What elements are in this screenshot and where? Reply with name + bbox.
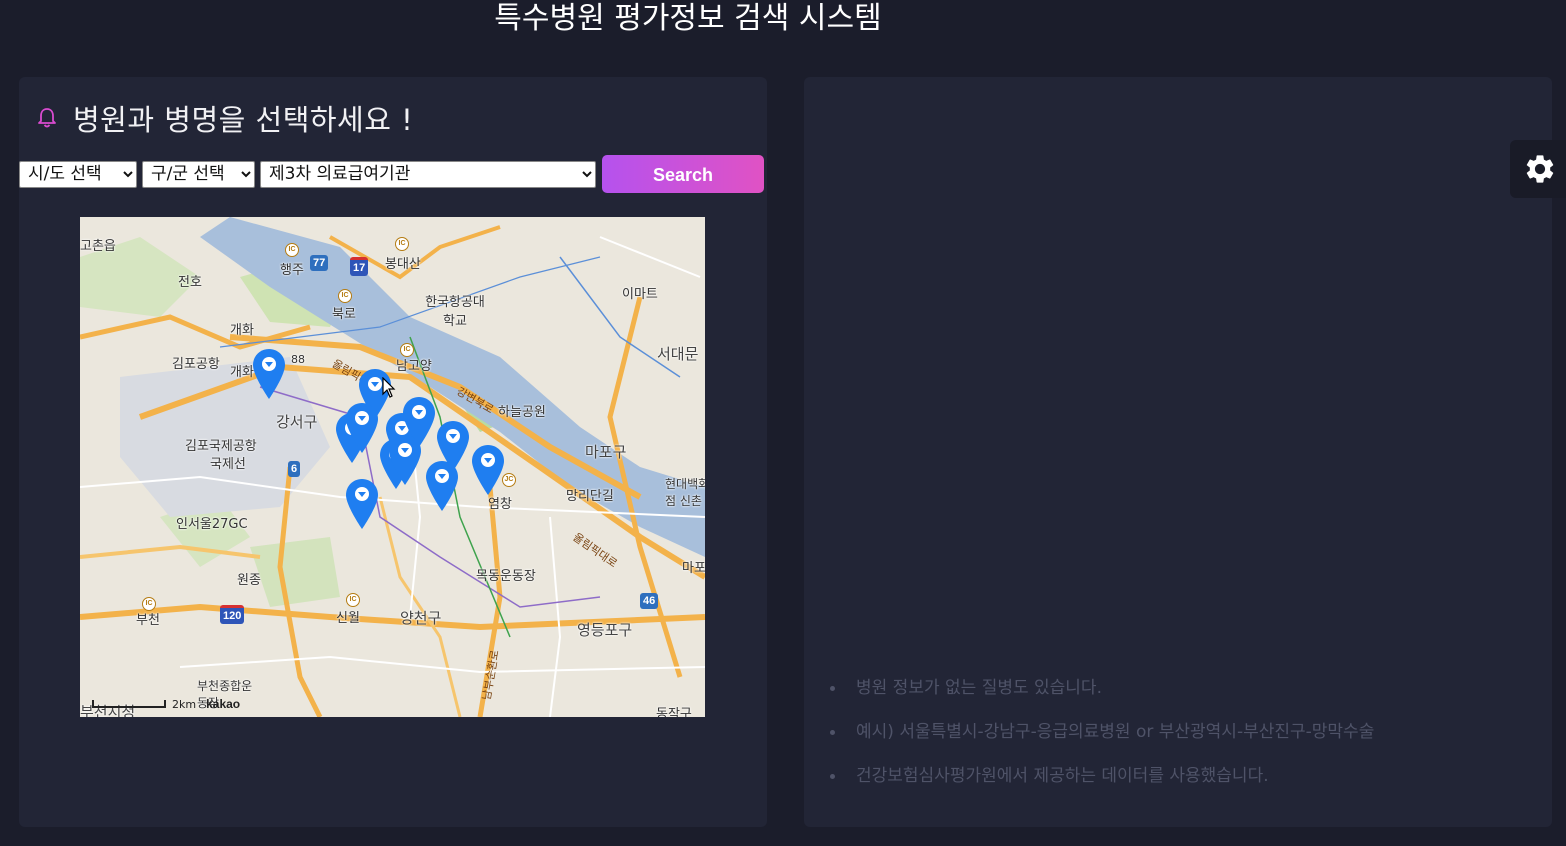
map-label: 동작구: [656, 707, 692, 717]
info-notes: 병원 정보가 없는 질병도 있습니다. 예시) 서울특별시-강남구-응급의료병원…: [804, 666, 1374, 798]
panel-heading: 병원과 병명을 선택하세요 !: [37, 97, 413, 139]
route-shield: 6: [288, 461, 301, 477]
map-label: 개화: [230, 323, 254, 338]
map-marker-icon[interactable]: [253, 349, 285, 399]
map-label: 양천구: [400, 609, 442, 627]
map-label: 마포구: [585, 443, 627, 461]
route-shield: 17: [350, 257, 369, 276]
map-label: 봉대산: [385, 257, 421, 272]
scale-bar: [92, 700, 166, 708]
settings-button[interactable]: [1510, 140, 1566, 198]
map-label: 염창: [488, 497, 512, 512]
search-controls: 시/도 선택 구/군 선택 제3차 의료급여기관 Search: [19, 155, 764, 193]
page-title: 특수병원 평가정보 검색 시스템: [494, 1, 882, 36]
map-label: 망리단길: [566, 489, 614, 504]
map-label: 목동운동장: [476, 569, 536, 584]
map-label: 김포국제공항: [185, 439, 257, 454]
scale-text: 2km: [172, 697, 197, 711]
map-label: 이마트: [622, 287, 658, 302]
map-label: 하늘공원: [498, 405, 546, 420]
map-marker-icon[interactable]: [346, 403, 378, 453]
map-label: 강서구: [276, 413, 318, 431]
gear-icon: [1526, 155, 1554, 183]
map-marker-icon[interactable]: [472, 445, 504, 495]
note-item: 건강보험심사평가원에서 제공하는 데이터를 사용했습니다.: [804, 754, 1374, 798]
map-label: 인서울27GC: [176, 517, 248, 532]
route-shield: 77: [310, 255, 329, 271]
map-label: 88: [291, 353, 305, 366]
map-label: 한국항공대학교: [425, 295, 485, 329]
note-item: 예시) 서울특별시-강남구-응급의료병원 or 부산광역시-부산진구-망막수술: [804, 710, 1374, 754]
map-label: 남고양: [396, 359, 432, 374]
route-shield: 120: [220, 605, 245, 624]
map-marker-icon[interactable]: [346, 479, 378, 529]
mouse-cursor-icon: [382, 377, 396, 398]
map-label: 마포: [682, 561, 705, 576]
map-label: 북로: [332, 307, 356, 322]
map-scale: 2km kakao: [92, 697, 240, 711]
map-marker-icon[interactable]: [426, 461, 458, 511]
map-view[interactable]: 고촌읍 전호 행주 봉대산 북로 한국항공대학교 이마트 개화 김포공항 개화 …: [80, 217, 705, 717]
map-label: 국제선: [210, 457, 246, 472]
map-label: 영등포구: [577, 621, 633, 639]
map-marker-icon[interactable]: [389, 435, 421, 485]
map-label: 개화: [230, 365, 254, 380]
search-panel: 병원과 병명을 선택하세요 ! 시/도 선택 구/군 선택 제3차 의료급여기관…: [19, 77, 767, 827]
map-label: 고촌읍: [80, 239, 116, 254]
note-item: 병원 정보가 없는 질병도 있습니다.: [804, 666, 1374, 710]
map-attribution: kakao: [206, 697, 241, 711]
sido-select[interactable]: 시/도 선택: [19, 160, 137, 188]
map-label: 부천: [136, 613, 160, 628]
map-label: 현대백화점 신촌: [665, 477, 705, 508]
search-button[interactable]: Search: [602, 155, 764, 193]
map-label: 김포공항: [172, 357, 220, 372]
map-label: 신월: [336, 611, 360, 626]
map-label: 전호: [178, 275, 202, 290]
panel-title: 병원과 병명을 선택하세요 !: [73, 103, 414, 137]
gugun-select[interactable]: 구/군 선택: [142, 160, 255, 188]
hospital-type-select[interactable]: 제3차 의료급여기관: [260, 160, 596, 188]
map-label: 원종: [237, 573, 261, 588]
map-label: 행주: [280, 263, 304, 278]
route-shield: 46: [640, 593, 659, 609]
map-label: 서대문: [657, 345, 699, 363]
bell-icon: [38, 108, 56, 128]
